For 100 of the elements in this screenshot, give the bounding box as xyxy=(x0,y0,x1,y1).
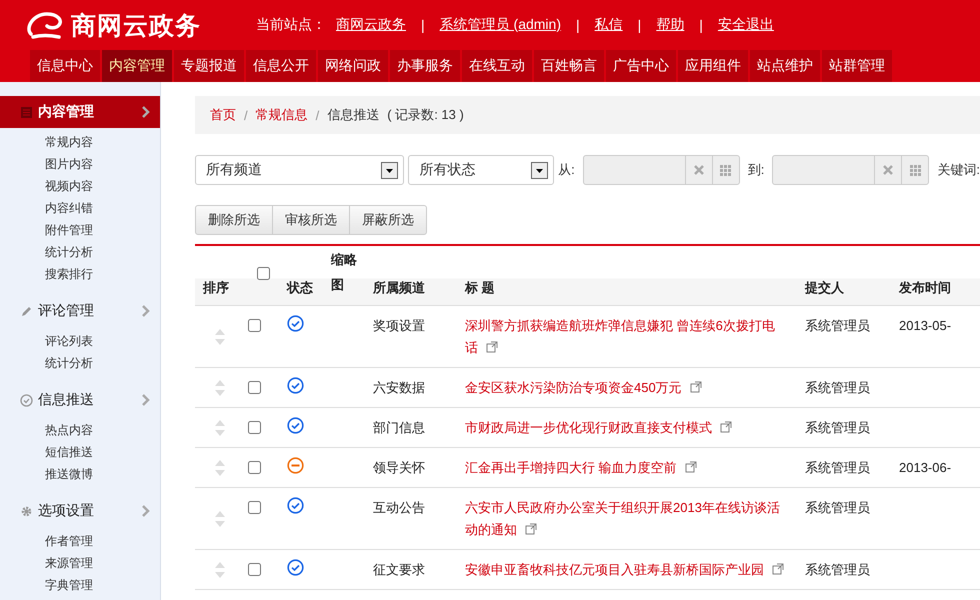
separator-text: | xyxy=(699,17,703,33)
nav-tab[interactable]: 办事服务 xyxy=(390,50,460,82)
dropdown-caret-icon[interactable] xyxy=(531,162,548,178)
external-link-icon[interactable] xyxy=(486,341,498,353)
chevron-icon xyxy=(142,305,150,317)
external-link-icon[interactable] xyxy=(525,523,537,535)
date-field[interactable] xyxy=(772,155,930,185)
column-header: 排序 xyxy=(202,279,230,297)
header-link[interactable]: 私信 xyxy=(594,16,623,34)
header-link[interactable]: 安全退出 xyxy=(718,16,774,34)
column-header: 缩略图 xyxy=(330,251,358,294)
sidebar-group[interactable]: 内容管理 xyxy=(0,96,160,128)
table-cell-text: 系统管理员 xyxy=(804,379,871,397)
row-checkbox[interactable] xyxy=(248,381,261,394)
nav-tab[interactable]: 站群管理 xyxy=(822,50,892,82)
nav-tab[interactable]: 站点维护 xyxy=(750,50,820,82)
table-cell-text: 系统管理员 xyxy=(804,561,871,579)
breadcrumb-link[interactable]: 首页 xyxy=(210,106,236,124)
sidebar-item[interactable]: 字典管理 xyxy=(45,574,160,596)
title-link[interactable]: 深圳警方抓获编造航班炸弹信息嫌犯 曾连续6次拨打电话 xyxy=(457,315,797,359)
from-label: 从: xyxy=(558,161,575,179)
title-link[interactable]: 安徽申亚畜牧科技亿元项目入驻寿县新桥国际产业园 xyxy=(457,559,797,581)
check-circle-icon xyxy=(20,394,33,406)
sidebar-item[interactable]: 统计分析 xyxy=(45,241,160,263)
sidebar-item[interactable]: 搜索排行 xyxy=(45,263,160,285)
calendar-grid-icon[interactable] xyxy=(910,164,921,176)
keyword-label: 关键词: xyxy=(937,161,980,179)
nav-tab[interactable]: 应用组件 xyxy=(678,50,748,82)
sidebar-item[interactable]: 视频内容 xyxy=(45,175,160,197)
sidebar-item[interactable]: 作者管理 xyxy=(45,530,160,552)
nav-tab[interactable]: 在线互动 xyxy=(462,50,532,82)
nav-tab[interactable]: 广告中心 xyxy=(606,50,676,82)
nav-tab[interactable]: 信息公开 xyxy=(246,50,316,82)
date-field[interactable] xyxy=(582,155,740,185)
table-cell-text: 六安数据 xyxy=(372,379,426,397)
external-link-icon[interactable] xyxy=(720,421,732,433)
title-link[interactable]: 六安市人民政府办公室关于组织开展2013年在线访谈活动的通知 xyxy=(457,497,797,541)
external-link-icon[interactable] xyxy=(772,563,784,575)
sidebar-group[interactable]: 评论管理 xyxy=(0,295,160,327)
logo-icon xyxy=(25,10,65,40)
breadcrumb-separator: / xyxy=(244,108,248,122)
gear-icon xyxy=(20,504,33,518)
sidebar-item[interactable]: 短信推送 xyxy=(45,441,160,463)
nav-tab[interactable]: 网络问政 xyxy=(318,50,388,82)
table-cell-text: 系统管理员 xyxy=(804,499,871,517)
chevron-icon xyxy=(142,106,150,118)
sidebar-group-label: 评论管理 xyxy=(38,302,95,320)
action-button[interactable]: 审核所选 xyxy=(272,205,350,235)
title-link[interactable]: 汇金再出手增持四大行 输血力度空前 xyxy=(457,457,797,479)
sidebar-item[interactable]: 推送微博 xyxy=(45,463,160,485)
sidebar-item[interactable]: 图片内容 xyxy=(45,153,160,175)
column-header: 提交人 xyxy=(804,279,845,297)
row-checkbox[interactable] xyxy=(248,461,261,474)
clear-icon[interactable] xyxy=(883,165,894,175)
row-checkbox[interactable] xyxy=(248,421,261,434)
header-link[interactable]: 帮助 xyxy=(656,16,684,34)
clear-icon[interactable] xyxy=(694,165,704,175)
title-link[interactable]: 金安区获水污染防治专项资金450万元 xyxy=(457,377,797,399)
title-link[interactable]: 市财政局进一步优化现行财政直接支付模式 xyxy=(457,417,797,439)
table-cell-text: 征文要求 xyxy=(372,561,426,579)
table-cell-text: 系统管理员 xyxy=(804,419,871,437)
sidebar-item[interactable]: 常规内容 xyxy=(45,131,160,153)
external-link-icon[interactable] xyxy=(690,381,702,393)
action-button[interactable]: 屏蔽所选 xyxy=(349,205,427,235)
nav-tab[interactable]: 信息中心 xyxy=(30,50,100,82)
nav-tab[interactable]: 百姓畅言 xyxy=(534,50,604,82)
sidebar-item[interactable]: 热点内容 xyxy=(45,419,160,441)
channel-select[interactable]: 所有频道 xyxy=(195,155,404,185)
nav-tab[interactable]: 内容管理 xyxy=(102,50,172,82)
sidebar-item[interactable]: 内容纠错 xyxy=(45,197,160,219)
calendar-grid-icon[interactable] xyxy=(720,164,732,176)
breadcrumb-link[interactable]: 常规信息 xyxy=(256,106,308,124)
chevron-icon xyxy=(142,505,150,517)
sidebar-item[interactable]: 统计分析 xyxy=(45,352,160,374)
external-link-icon[interactable] xyxy=(684,461,697,473)
column-header: 发布时间 xyxy=(898,279,952,297)
header-link[interactable]: 商网云政务 xyxy=(336,16,406,34)
action-button[interactable]: 删除所选 xyxy=(195,205,273,235)
sidebar-item[interactable]: 评论列表 xyxy=(45,330,160,352)
row-checkbox[interactable] xyxy=(248,319,261,332)
row-checkbox[interactable] xyxy=(248,501,261,514)
dropdown-caret-icon[interactable] xyxy=(381,162,398,178)
status-select[interactable]: 所有状态 xyxy=(408,155,554,185)
nav-tab[interactable]: 专题报道 xyxy=(174,50,244,82)
row-checkbox[interactable] xyxy=(248,563,261,576)
table-cell-text: 领导关怀 xyxy=(372,459,426,477)
column-header: 所属频道 xyxy=(372,279,426,297)
sidebar-group[interactable]: 信息推送 xyxy=(0,384,160,416)
breadcrumb-separator: / xyxy=(316,108,320,122)
sidebar-item[interactable]: 附件管理 xyxy=(45,219,160,241)
header-link[interactable]: 系统管理员 (admin) xyxy=(440,16,561,34)
select-all-checkbox[interactable] xyxy=(257,267,270,280)
sidebar-item[interactable]: 来源管理 xyxy=(45,552,160,574)
sidebar-group-label: 内容管理 xyxy=(38,103,95,121)
table-cell-text: 系统管理员 xyxy=(804,317,871,335)
pencil-icon xyxy=(20,304,33,318)
site-label: 当前站点： xyxy=(256,16,326,34)
breadcrumb-current: 信息推送 xyxy=(327,106,380,124)
sidebar-group-label: 选项设置 xyxy=(38,502,95,520)
sidebar-group[interactable]: 选项设置 xyxy=(0,495,160,527)
